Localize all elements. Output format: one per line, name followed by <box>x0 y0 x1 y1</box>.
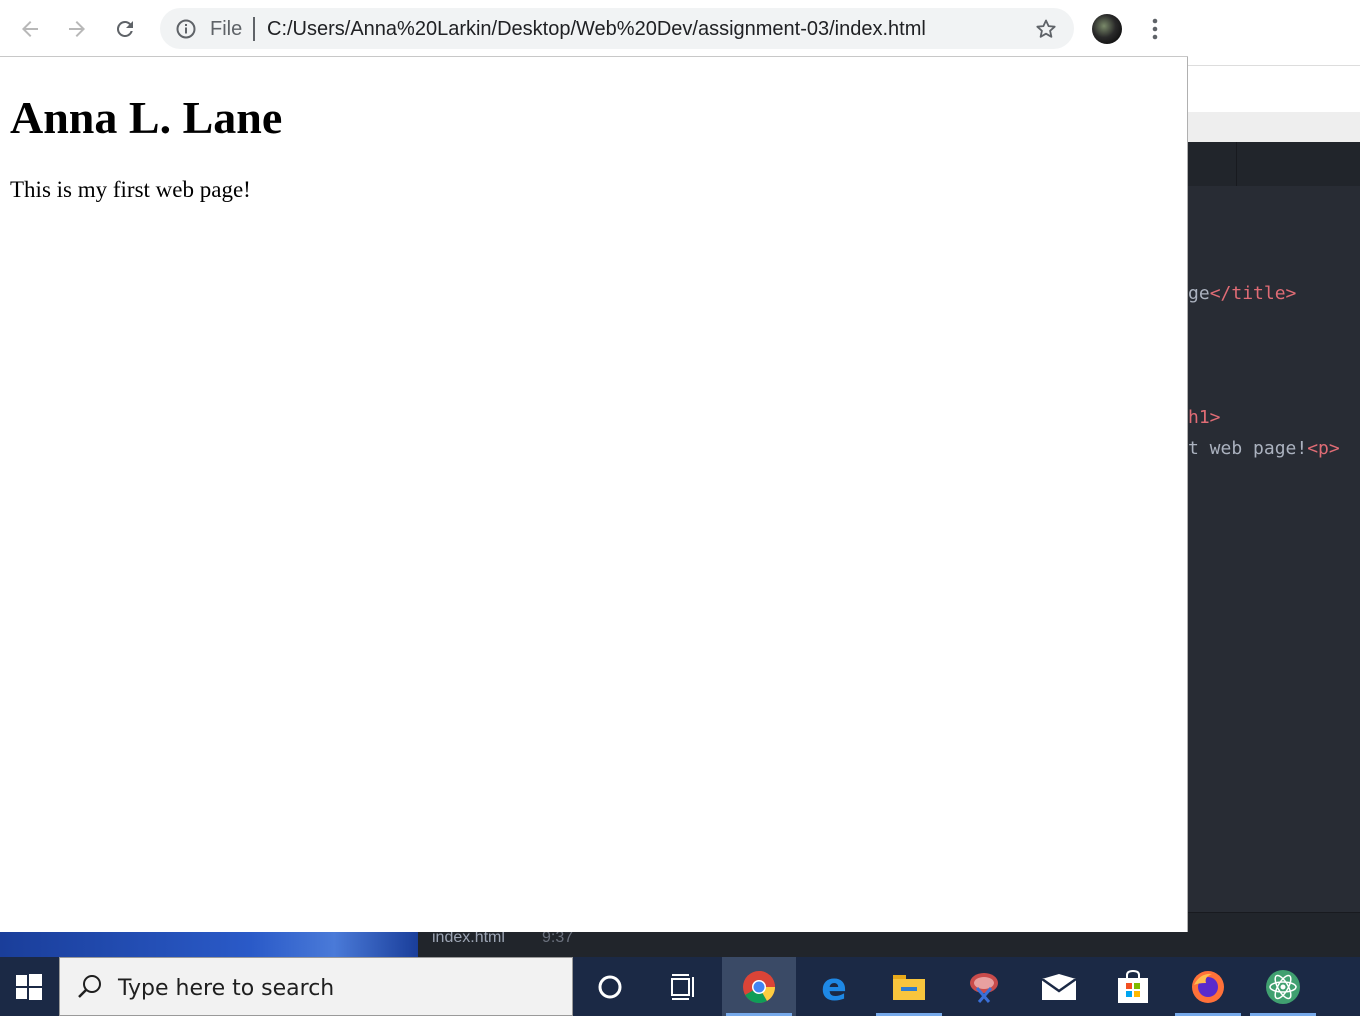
taskbar-search-box[interactable]: Type here to search <box>59 957 573 1016</box>
url-text[interactable]: C:/Users/Anna%20Larkin/Desktop/Web%20Dev… <box>267 18 926 41</box>
code-line-h1[interactable]: h1> <box>1188 407 1221 428</box>
snipping-tool-icon <box>970 972 998 1003</box>
taskbar-atom[interactable] <box>1246 957 1320 1016</box>
cortana-button[interactable] <box>573 957 647 1016</box>
taskbar-firefox[interactable] <box>1171 957 1245 1016</box>
taskbar-chrome[interactable] <box>722 957 796 1016</box>
reload-button[interactable] <box>110 14 140 44</box>
editor-menubar <box>1188 66 1360 112</box>
page-viewport: Anna L. Lane This is my first web page! <box>0 57 1187 932</box>
taskbar-mail[interactable] <box>1022 957 1096 1016</box>
browser-toolbar: File C:/Users/Anna%20Larkin/Desktop/Web%… <box>0 0 1188 57</box>
info-icon[interactable] <box>176 19 196 39</box>
reload-icon <box>116 20 133 37</box>
browser-window: File C:/Users/Anna%20Larkin/Desktop/Web%… <box>0 0 1188 932</box>
star-icon[interactable] <box>1034 17 1058 41</box>
url-scheme-label: File <box>210 18 243 40</box>
address-bar[interactable]: File C:/Users/Anna%20Larkin/Desktop/Web%… <box>160 8 1074 49</box>
search-icon <box>78 975 101 998</box>
back-button[interactable] <box>15 14 45 44</box>
editor-status-bar <box>1188 912 1360 957</box>
desktop-background <box>0 932 418 957</box>
svg-text:e: e <box>821 970 847 1004</box>
page-heading: Anna L. Lane <box>10 92 283 143</box>
editor-titlebar <box>1188 0 1360 66</box>
editor-toolbar <box>1188 112 1360 142</box>
atom-icon <box>1266 969 1300 1004</box>
forward-button[interactable] <box>62 14 92 44</box>
folder-icon <box>893 974 925 1000</box>
store-icon <box>1118 969 1148 1003</box>
chrome-icon <box>743 970 776 1003</box>
url-separator <box>253 17 255 41</box>
taskbar-edge[interactable]: e <box>797 957 871 1016</box>
arrow-right-icon <box>69 21 85 37</box>
edge-icon: e <box>821 970 847 1004</box>
cortana-icon <box>598 975 622 998</box>
mail-icon <box>1041 973 1077 1000</box>
firefox-icon <box>1192 970 1224 1003</box>
editor-window: ge</title> h1> t web page!<p> <box>1188 0 1360 957</box>
arrow-left-icon <box>22 21 38 37</box>
search-placeholder: Type here to search <box>118 976 335 1001</box>
taskbar-snipping-tool[interactable] <box>947 957 1021 1016</box>
code-line-title[interactable]: ge</title> <box>1188 283 1296 304</box>
browser-menu-button[interactable] <box>1142 14 1168 44</box>
three-dots-icon <box>1152 18 1158 40</box>
start-button[interactable] <box>0 957 58 1016</box>
task-view-button[interactable] <box>647 957 721 1016</box>
profile-avatar[interactable] <box>1092 14 1122 44</box>
editor-tab-bar <box>1188 142 1360 186</box>
task-view-icon <box>671 973 694 1000</box>
code-line-p[interactable]: t web page!<p> <box>1188 438 1340 459</box>
taskbar-store[interactable] <box>1096 957 1170 1016</box>
page-paragraph: This is my first web page! <box>10 177 251 202</box>
taskbar-file-explorer[interactable] <box>872 957 946 1016</box>
windows-logo-icon <box>16 973 42 1000</box>
taskbar: Type here to search e <box>0 957 1360 1016</box>
